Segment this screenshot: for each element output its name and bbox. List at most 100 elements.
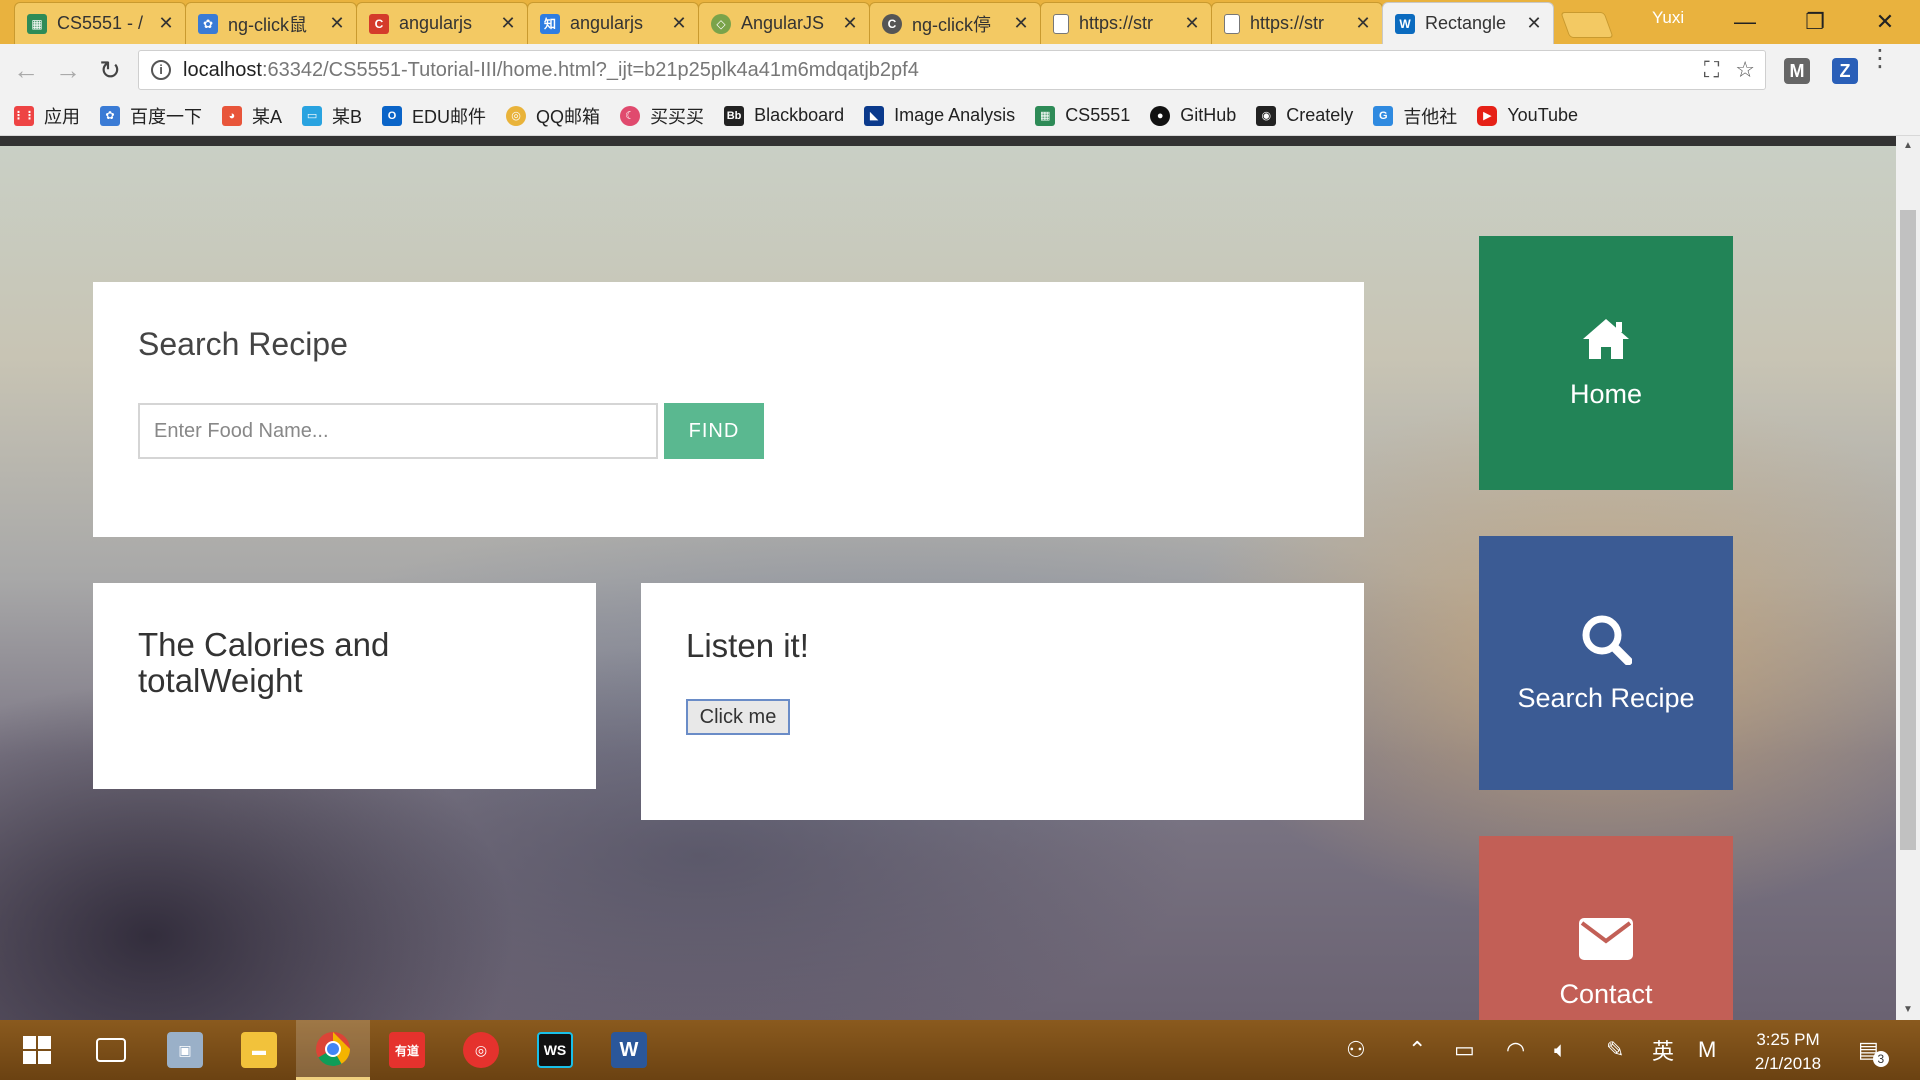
home-icon xyxy=(1583,318,1629,359)
nav-tile-search-recipe[interactable]: Search Recipe xyxy=(1479,536,1733,790)
scroll-down-arrow-icon[interactable]: ▼ xyxy=(1896,1000,1920,1020)
browser-tab[interactable]: C ng-click停 ✕ xyxy=(869,2,1041,44)
click-me-button[interactable]: Click me xyxy=(686,699,790,735)
search-recipe-card: Search Recipe FIND xyxy=(93,282,1364,537)
bookmark-item[interactable]: ◣ Image Analysis xyxy=(864,105,1015,126)
reload-icon[interactable]: ↻ xyxy=(96,56,124,84)
chrome-menu-icon[interactable]: ⋮ xyxy=(1868,47,1892,71)
cat-face-icon: ◕ xyxy=(222,105,242,126)
nav-tile-home[interactable]: Home xyxy=(1479,236,1733,490)
tab-title: angularjs xyxy=(399,13,473,33)
scroll-thumb[interactable] xyxy=(1900,210,1916,850)
minimize-button[interactable]: — xyxy=(1710,0,1780,44)
close-icon[interactable]: ✕ xyxy=(841,13,859,34)
browser-tab[interactable]: https://str ✕ xyxy=(1211,2,1383,44)
close-icon[interactable]: ✕ xyxy=(328,13,346,34)
tab-title: AngularJS xyxy=(741,13,825,33)
address-bar[interactable]: i localhost:63342/CS5551-Tutorial-III/ho… xyxy=(138,50,1766,90)
bookmark-star-icon[interactable]: ☆ xyxy=(1735,57,1755,83)
browser-tab-active[interactable]: W Rectangle ✕ xyxy=(1382,2,1554,44)
spreadsheet-icon: ▦ xyxy=(1035,105,1056,126)
browser-tab[interactable]: https://str ✕ xyxy=(1040,2,1212,44)
task-view-icon xyxy=(96,1038,126,1062)
bookmark-item[interactable]: ● GitHub xyxy=(1150,105,1236,126)
tab-title: https://str xyxy=(1079,13,1154,33)
chevron-up-icon[interactable]: ⌃ xyxy=(1408,1020,1426,1080)
browser-tab[interactable]: 知 angularjs ✕ xyxy=(527,2,699,44)
pen-icon[interactable]: ✎ xyxy=(1606,1020,1624,1080)
taskbar-app[interactable]: ▬ xyxy=(222,1020,296,1080)
action-center-button[interactable]: ▤ 3 xyxy=(1858,1020,1889,1080)
food-name-input[interactable] xyxy=(138,403,658,459)
people-icon[interactable]: ⚇ xyxy=(1346,1020,1366,1080)
wifi-icon[interactable]: ◠ xyxy=(1506,1020,1525,1080)
browser-tab[interactable]: ◇ AngularJS ✕ xyxy=(698,2,870,44)
bookmark-item[interactable]: ▶ YouTube xyxy=(1477,105,1578,126)
taskbar-clock[interactable]: 3:25 PM 2/1/2018 xyxy=(1740,1028,1836,1076)
browser-tab[interactable]: ▦ CS5551 - / ✕ xyxy=(14,2,186,44)
close-icon[interactable]: ✕ xyxy=(670,13,688,34)
outlook-icon: O xyxy=(382,105,403,126)
bookmark-label: 某A xyxy=(252,106,283,127)
close-icon[interactable]: ✕ xyxy=(157,13,175,34)
close-icon[interactable]: ✕ xyxy=(1354,13,1372,34)
bookmark-item[interactable]: ⋮⋮ 应用 xyxy=(13,103,80,129)
bookmark-item[interactable]: ◕ 某A xyxy=(222,103,282,129)
page-scrollbar[interactable]: ▲ ▼ xyxy=(1896,136,1920,1020)
browser-tab[interactable]: ✿ ng-click鼠 ✕ xyxy=(185,2,357,44)
translate-icon[interactable]: ⛶ xyxy=(1704,57,1719,83)
bookmark-item[interactable]: ◉ Creately xyxy=(1256,105,1353,126)
bookmark-label: QQ邮箱 xyxy=(536,106,601,127)
browser-tab[interactable]: C angularjs ✕ xyxy=(356,2,528,44)
extension-m-icon[interactable]: M xyxy=(1784,58,1810,84)
tile-label: Contact xyxy=(1559,978,1653,1009)
bookmark-item[interactable]: G 吉他社 xyxy=(1373,103,1457,129)
close-icon[interactable]: ✕ xyxy=(1525,13,1543,34)
volume-icon[interactable]: 🔈︎ xyxy=(1554,1020,1567,1080)
ime-indicator[interactable]: 英 xyxy=(1652,1020,1674,1080)
url-host: localhost xyxy=(183,58,262,81)
taskbar-app[interactable]: ◎ xyxy=(444,1020,518,1080)
taskbar-app[interactable]: ▣ xyxy=(148,1020,222,1080)
taskbar-app[interactable]: WS xyxy=(518,1020,592,1080)
battery-icon[interactable]: ▭ xyxy=(1454,1020,1475,1080)
calories-card: The Calories and totalWeight xyxy=(93,583,596,789)
scroll-up-arrow-icon[interactable]: ▲ xyxy=(1896,136,1920,156)
windows-start-icon xyxy=(23,1036,51,1064)
ia-logo-icon: ◣ xyxy=(864,105,885,126)
m-tray-icon[interactable]: M xyxy=(1698,1020,1716,1080)
extension-z-icon[interactable]: Z xyxy=(1832,58,1858,84)
taskbar-app-active[interactable] xyxy=(296,1020,370,1080)
task-view-button[interactable] xyxy=(74,1020,148,1080)
bookmark-item[interactable]: ☾ 买买买 xyxy=(620,103,704,129)
close-window-button[interactable]: ✕ xyxy=(1850,0,1920,44)
restore-button[interactable]: ❐ xyxy=(1780,0,1850,44)
taskbar-app[interactable]: W xyxy=(592,1020,666,1080)
close-icon[interactable]: ✕ xyxy=(1012,13,1030,34)
bookmark-label: 买买买 xyxy=(650,106,705,127)
bookmark-item[interactable]: O EDU邮件 xyxy=(382,103,486,129)
tab-title: ng-click停 xyxy=(912,14,992,35)
tab-strip: ▦ CS5551 - / ✕ ✿ ng-click鼠 ✕ C angularjs… xyxy=(0,0,1920,44)
bookmark-label: Blackboard xyxy=(754,105,845,125)
runoob-icon: ◇ xyxy=(711,13,731,34)
close-icon[interactable]: ✕ xyxy=(1183,13,1201,34)
back-arrow-icon[interactable]: ← xyxy=(12,56,40,84)
bookmark-item[interactable]: ▭ 某B xyxy=(302,103,362,129)
bookmark-item[interactable]: ▦ CS5551 xyxy=(1035,105,1130,126)
bookmark-item[interactable]: ◎ QQ邮箱 xyxy=(506,103,600,129)
start-button[interactable] xyxy=(0,1020,74,1080)
info-icon[interactable]: i xyxy=(151,60,171,80)
close-icon[interactable]: ✕ xyxy=(499,13,517,34)
forward-arrow-icon[interactable]: → xyxy=(54,56,82,84)
notification-count-badge: 3 xyxy=(1872,1051,1889,1067)
profile-name[interactable]: Yuxi xyxy=(1652,8,1684,28)
bookmark-item[interactable]: ✿ 百度一下 xyxy=(100,103,202,129)
taskbar-app[interactable]: 有道 xyxy=(370,1020,444,1080)
find-button[interactable]: FIND xyxy=(664,403,764,459)
bookmark-item[interactable]: Bb Blackboard xyxy=(724,105,844,126)
nav-tile-contact[interactable]: Contact xyxy=(1479,836,1733,1020)
new-tab-button[interactable] xyxy=(1560,12,1614,38)
github-icon: ● xyxy=(1150,105,1171,126)
bulb-icon: ◉ xyxy=(1256,105,1277,126)
